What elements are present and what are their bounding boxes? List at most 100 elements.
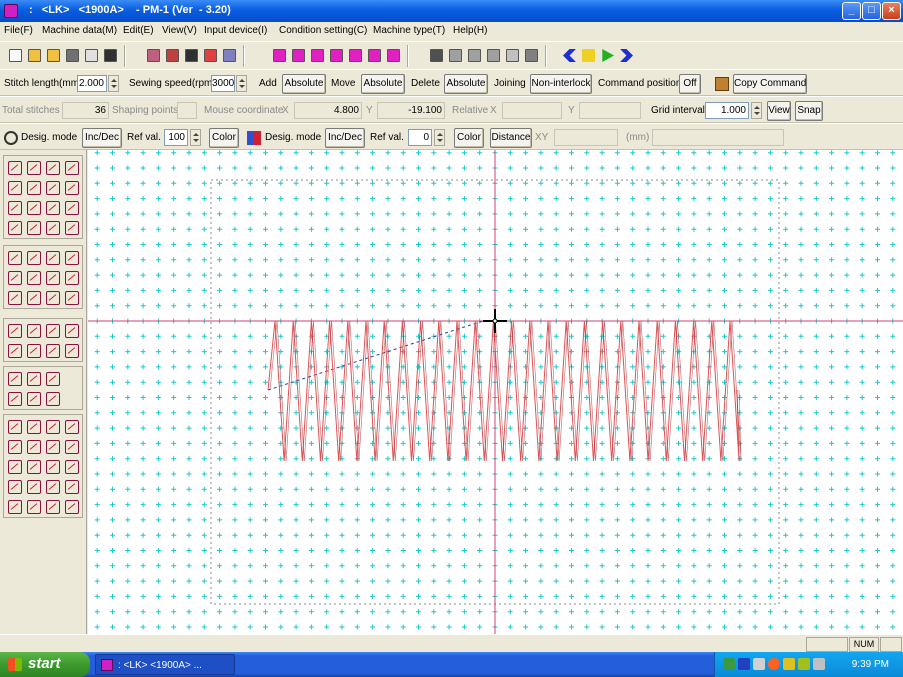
close-button[interactable]: × xyxy=(882,2,901,20)
palette-tool-5-13[interactable] xyxy=(5,477,24,496)
palette-tool-4-2[interactable] xyxy=(24,369,43,388)
palette-tool-5-9[interactable] xyxy=(5,457,24,476)
sewing-speed-stepper[interactable] xyxy=(236,75,247,92)
palette-tool-1-15[interactable] xyxy=(43,218,62,237)
joining-mode-button[interactable]: Non-interlock xyxy=(530,74,592,94)
palette-tool-1-4[interactable] xyxy=(62,158,81,177)
window-icon[interactable] xyxy=(220,46,239,65)
menu-condition-setting[interactable]: Condition setting(C) xyxy=(279,25,367,36)
menu-machine-data[interactable]: Machine data(M) xyxy=(42,25,117,36)
palette-tool-1-2[interactable] xyxy=(24,158,43,177)
add-mode-button[interactable]: Absolute xyxy=(282,74,326,94)
incdec-button[interactable]: Inc/Dec xyxy=(82,128,122,148)
tray-app-icon[interactable] xyxy=(738,658,750,670)
palette-tool-4-6[interactable] xyxy=(43,389,62,408)
palette-tool-1-1[interactable] xyxy=(5,158,24,177)
palette-tool-4-1[interactable] xyxy=(5,369,24,388)
bmp-icon[interactable] xyxy=(201,46,220,65)
view-grid-button[interactable]: View xyxy=(767,101,791,121)
palette-tool-1-10[interactable] xyxy=(24,198,43,217)
cut-icon[interactable] xyxy=(427,46,446,65)
palette-tool-1-6[interactable] xyxy=(24,178,43,197)
palette-tool-3-3[interactable] xyxy=(43,321,62,340)
palette-tool-5-2[interactable] xyxy=(24,417,43,436)
palette-tool-2-3[interactable] xyxy=(43,248,62,267)
palette-tool-4-5[interactable] xyxy=(24,389,43,408)
open-folder-icon[interactable] xyxy=(25,46,44,65)
ref-val-stepper[interactable] xyxy=(190,129,201,146)
palette-tool-2-2[interactable] xyxy=(24,248,43,267)
canvas-svg[interactable] xyxy=(88,150,903,634)
tray-language-icon[interactable] xyxy=(798,658,810,670)
palette-tool-5-11[interactable] xyxy=(43,457,62,476)
palette-tool-5-14[interactable] xyxy=(24,477,43,496)
palette-tool-2-12[interactable] xyxy=(62,288,81,307)
palette-tool-3-7[interactable] xyxy=(43,341,62,360)
palette-tool-1-13[interactable] xyxy=(5,218,24,237)
new-file-icon[interactable] xyxy=(6,46,25,65)
color-button-2[interactable]: Color xyxy=(454,128,484,148)
pattern-icon[interactable] xyxy=(163,46,182,65)
stitch-length-field[interactable]: 2.000 xyxy=(77,75,107,92)
rewind-icon[interactable] xyxy=(560,46,579,65)
redo-icon[interactable] xyxy=(503,46,522,65)
maximize-button[interactable]: □ xyxy=(862,2,881,20)
palette-tool-5-16[interactable] xyxy=(62,477,81,496)
palette-tool-1-12[interactable] xyxy=(62,198,81,217)
palette-tool-1-8[interactable] xyxy=(62,178,81,197)
palette-tool-2-1[interactable] xyxy=(5,248,24,267)
sewing-speed-field[interactable]: 3000 xyxy=(211,75,235,92)
palette-tool-5-18[interactable] xyxy=(24,497,43,516)
copy-icon[interactable] xyxy=(446,46,465,65)
pen-icon[interactable] xyxy=(144,46,163,65)
layer6-icon[interactable] xyxy=(365,46,384,65)
palette-tool-3-4[interactable] xyxy=(62,321,81,340)
palette-tool-2-10[interactable] xyxy=(24,288,43,307)
print-preview-icon[interactable] xyxy=(82,46,101,65)
palette-tool-2-7[interactable] xyxy=(43,268,62,287)
stitch-length-stepper[interactable] xyxy=(108,75,119,92)
play-icon[interactable] xyxy=(598,46,617,65)
tray-alert-icon[interactable] xyxy=(783,658,795,670)
taskbar-app-button[interactable]: : <LK> <1900A> ... xyxy=(95,654,235,675)
palette-tool-1-5[interactable] xyxy=(5,178,24,197)
menu-help[interactable]: Help(H) xyxy=(453,25,487,36)
palette-tool-1-16[interactable] xyxy=(62,218,81,237)
palette-tool-3-6[interactable] xyxy=(24,341,43,360)
layer4-icon[interactable] xyxy=(327,46,346,65)
palette-tool-5-7[interactable] xyxy=(43,437,62,456)
undo-icon[interactable] xyxy=(484,46,503,65)
palette-tool-1-9[interactable] xyxy=(5,198,24,217)
palette-tool-5-8[interactable] xyxy=(62,437,81,456)
palette-tool-5-19[interactable] xyxy=(43,497,62,516)
palette-tool-5-20[interactable] xyxy=(62,497,81,516)
start-button[interactable]: start xyxy=(0,652,90,677)
tray-network-icon[interactable] xyxy=(723,658,735,670)
app-icon[interactable] xyxy=(4,4,18,18)
command-position-button[interactable]: Off xyxy=(679,74,701,94)
ref-val-field[interactable]: 100 xyxy=(164,129,188,146)
grid-interval-field[interactable]: 1.000 xyxy=(705,102,749,119)
volume-icon[interactable] xyxy=(813,658,825,670)
select-all-icon[interactable] xyxy=(522,46,541,65)
delete-mode-button[interactable]: Absolute xyxy=(444,74,488,94)
title-bar[interactable]: : <LK> <1900A> - PM-1 (Ver - 3.20) _ □ × xyxy=(0,0,903,22)
tray-security-icon[interactable] xyxy=(768,658,780,670)
palette-tool-3-8[interactable] xyxy=(62,341,81,360)
open-icon[interactable] xyxy=(44,46,63,65)
palette-tool-5-3[interactable] xyxy=(43,417,62,436)
palette-tool-5-17[interactable] xyxy=(5,497,24,516)
palette-tool-1-3[interactable] xyxy=(43,158,62,177)
palette-tool-1-11[interactable] xyxy=(43,198,62,217)
print-icon[interactable] xyxy=(63,46,82,65)
palette-tool-2-6[interactable] xyxy=(24,268,43,287)
pause-icon[interactable] xyxy=(579,46,598,65)
palette-tool-5-6[interactable] xyxy=(24,437,43,456)
palette-tool-5-5[interactable] xyxy=(5,437,24,456)
fast-forward-icon[interactable] xyxy=(617,46,636,65)
layer1-icon[interactable] xyxy=(270,46,289,65)
palette-tool-2-11[interactable] xyxy=(43,288,62,307)
palette-tool-2-5[interactable] xyxy=(5,268,24,287)
incdec-button-2[interactable]: Inc/Dec xyxy=(325,128,365,148)
color-button[interactable]: Color xyxy=(209,128,239,148)
